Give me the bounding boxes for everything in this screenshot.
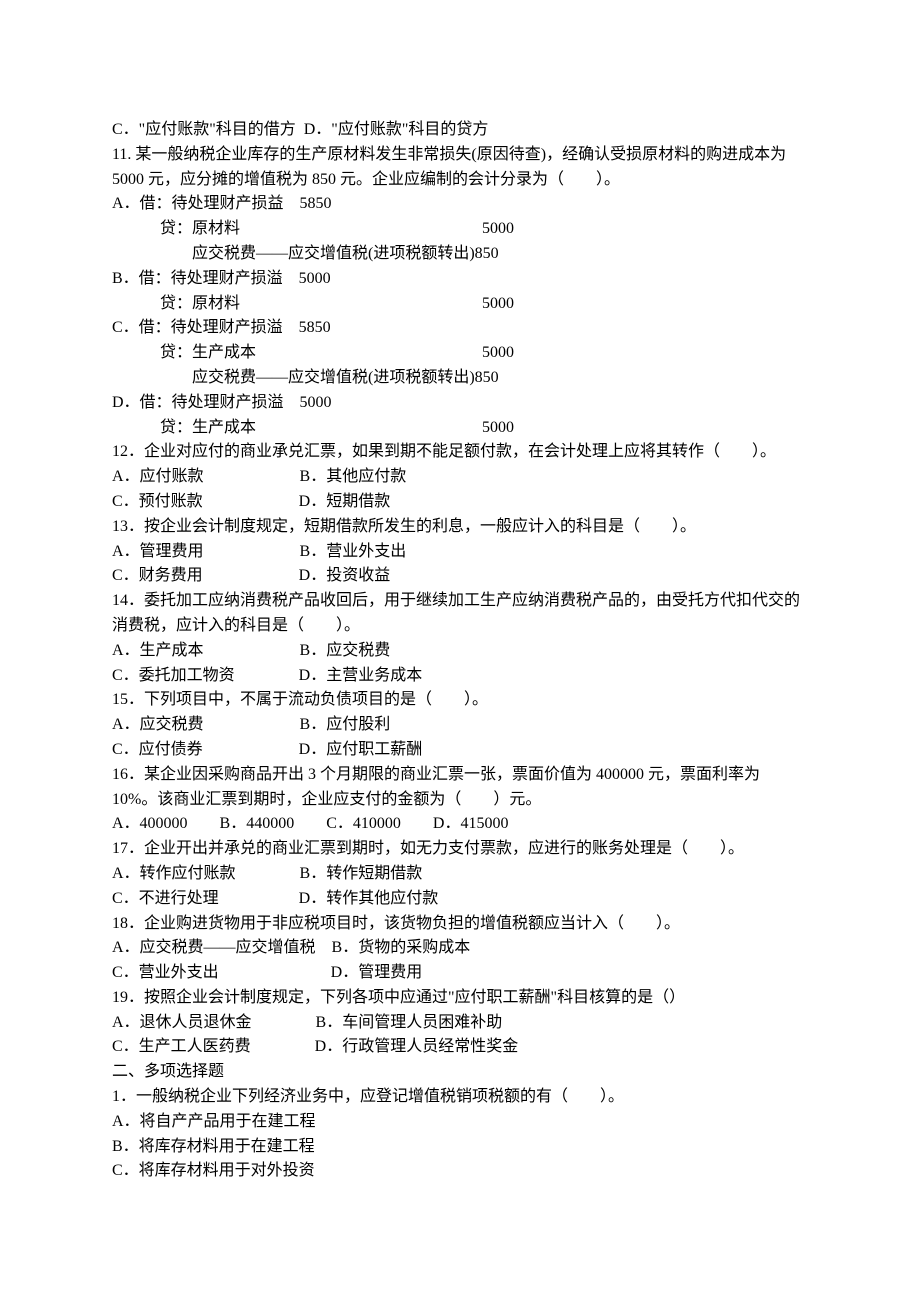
q13-opts-cd: C．财务费用 D．投资收益	[112, 564, 808, 589]
q11-opt-c-2: 贷：生产成本5000	[112, 341, 808, 366]
q14-opts-ab: A．生产成本 B．应交税费	[112, 639, 808, 664]
q17-opts-cd: C．不进行处理 D．转作其他应付款	[112, 887, 808, 912]
q11-opt-a-3: 应交税费——应交增值税(进项税额转出)850	[112, 242, 808, 267]
q11-opt-b-2: 贷：原材料5000	[112, 292, 808, 317]
q11-opt-d-1: D．借：待处理财产损溢 5000	[112, 391, 808, 416]
section-2-heading: 二、多项选择题	[112, 1060, 808, 1085]
q11-opt-a-2: 贷：原材料5000	[112, 217, 808, 242]
entry-left: 贷：原材料	[112, 292, 482, 317]
q11-opt-c-3: 应交税费——应交增值税(进项税额转出)850	[112, 366, 808, 391]
q11-opt-b-1: B．借：待处理财产损溢 5000	[112, 267, 808, 292]
mq1-opt-b: B．将库存材料用于在建工程	[112, 1135, 808, 1160]
q18-stem: 18．企业购进货物用于非应税项目时，该货物负担的增值税额应当计入（ ）。	[112, 912, 808, 937]
q17-stem: 17．企业开出并承兑的商业汇票到期时，如无力支付票款，应进行的账务处理是（ ）。	[112, 837, 808, 862]
q17-opts-ab: A．转作应付账款 B．转作短期借款	[112, 862, 808, 887]
q15-opts-cd: C．应付债券 D．应付职工薪酬	[112, 738, 808, 763]
q11-opt-c-1: C．借：待处理财产损溢 5850	[112, 316, 808, 341]
mq1-stem: 1．一般纳税企业下列经济业务中，应登记增值税销项税额的有（ ）。	[112, 1085, 808, 1110]
q18-opts-cd: C．营业外支出 D．管理费用	[112, 961, 808, 986]
document-page: C．"应付账款"科目的借方 D．"应付账款"科目的贷方 11. 某一般纳税企业库…	[0, 0, 920, 1302]
entry-left: 贷：生产成本	[112, 341, 482, 366]
entry-amount: 5000	[482, 419, 514, 436]
q10-options-cd: C．"应付账款"科目的借方 D．"应付账款"科目的贷方	[112, 118, 808, 143]
mq1-opt-a: A．将自产产品用于在建工程	[112, 1110, 808, 1135]
q19-opts-ab: A．退休人员退休金 B．车间管理人员困难补助	[112, 1011, 808, 1036]
entry-left: 贷：原材料	[112, 217, 482, 242]
q15-opts-ab: A．应交税费 B．应付股利	[112, 713, 808, 738]
q12-stem: 12．企业对应付的商业承兑汇票，如果到期不能足额付款，在会计处理上应将其转作（ …	[112, 440, 808, 465]
q19-stem: 19．按照企业会计制度规定，下列各项中应通过"应付职工薪酬"科目核算的是（）	[112, 986, 808, 1011]
entry-amount: 5000	[482, 344, 514, 361]
q11-opt-a-1: A．借：待处理财产损益 5850	[112, 192, 808, 217]
q16-stem: 16．某企业因采购商品开出 3 个月期限的商业汇票一张，票面价值为 400000…	[112, 763, 808, 813]
mq1-opt-c: C．将库存材料用于对外投资	[112, 1159, 808, 1184]
q13-opts-ab: A．管理费用 B．营业外支出	[112, 540, 808, 565]
q11-stem: 11. 某一般纳税企业库存的生产原材料发生非常损失(原因待查)，经确认受损原材料…	[112, 143, 808, 193]
q11-opt-d-2: 贷：生产成本5000	[112, 416, 808, 441]
entry-amount: 5000	[482, 220, 514, 237]
q12-opts-cd: C．预付账款 D．短期借款	[112, 490, 808, 515]
entry-amount: 5000	[482, 295, 514, 312]
q15-stem: 15．下列项目中，不属于流动负债项目的是（ ）。	[112, 688, 808, 713]
q18-opts-ab: A．应交税费——应交增值税 B．货物的采购成本	[112, 936, 808, 961]
q13-stem: 13．按企业会计制度规定，短期借款所发生的利息，一般应计入的科目是（ ）。	[112, 515, 808, 540]
entry-left: 贷：生产成本	[112, 416, 482, 441]
q19-opts-cd: C．生产工人医药费 D．行政管理人员经常性奖金	[112, 1035, 808, 1060]
q14-stem: 14．委托加工应纳消费税产品收回后，用于继续加工生产应纳消费税产品的，由受托方代…	[112, 589, 808, 639]
q16-opts: A．400000 B．440000 C．410000 D．415000	[112, 812, 808, 837]
q14-opts-cd: C．委托加工物资 D．主营业务成本	[112, 664, 808, 689]
q12-opts-ab: A．应付账款 B．其他应付款	[112, 465, 808, 490]
